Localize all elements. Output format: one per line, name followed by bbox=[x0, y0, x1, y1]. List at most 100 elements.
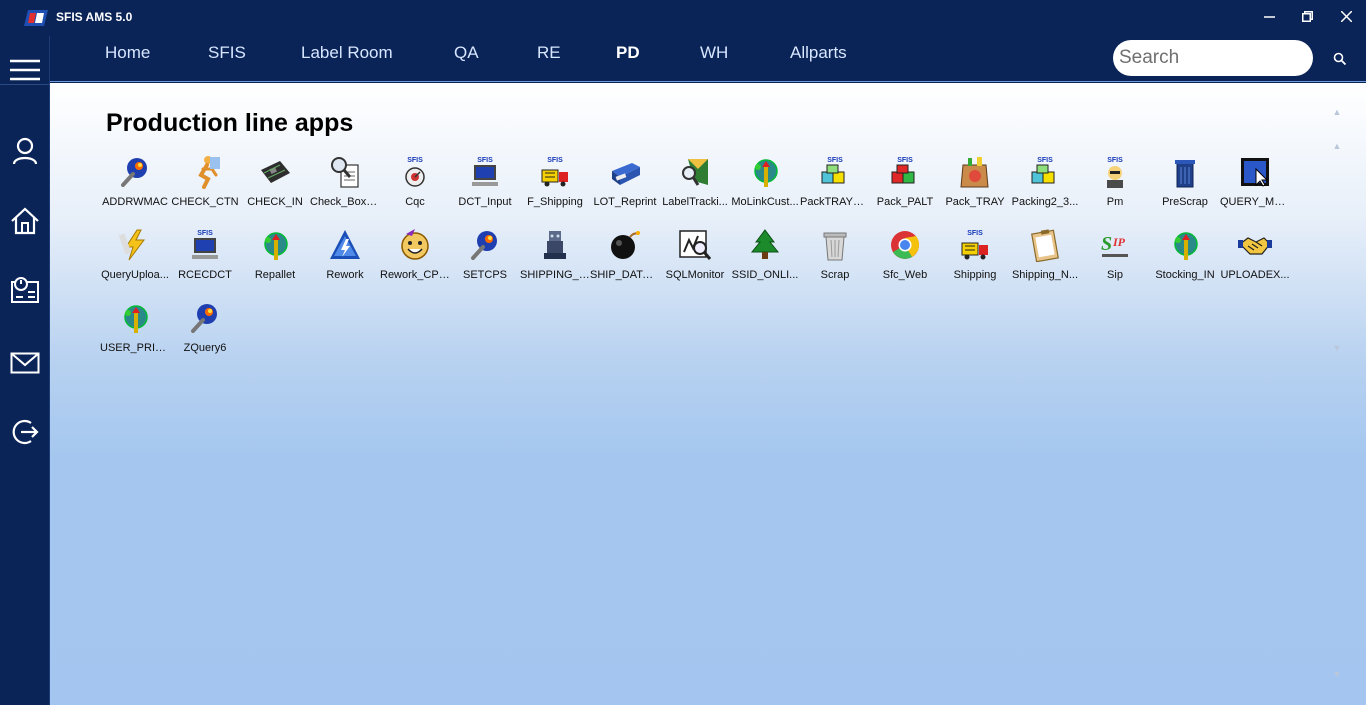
app-label: QueryUploa... bbox=[101, 269, 169, 281]
svg-text:SFIS: SFIS bbox=[827, 157, 843, 164]
app-label: USER_PRIVI... bbox=[100, 342, 170, 354]
app-tile[interactable]: Sfc_Web bbox=[870, 226, 940, 299]
svg-text:SFIS: SFIS bbox=[1107, 157, 1123, 164]
sidebar-item-logout[interactable] bbox=[0, 410, 50, 454]
app-label: CHECK_CTN bbox=[171, 196, 239, 208]
app-tile[interactable]: SHIPPING_L... bbox=[520, 226, 590, 299]
app-tile[interactable]: CHECK_IN bbox=[240, 153, 310, 226]
torch-icon bbox=[191, 304, 217, 333]
app-label: Shipping_N... bbox=[1011, 269, 1079, 281]
app-label: Packing2_3... bbox=[1011, 196, 1079, 208]
app-tile[interactable]: USER_PRIVI... bbox=[100, 299, 170, 372]
tab-wh[interactable]: WH bbox=[700, 43, 728, 63]
label-magnifier-icon bbox=[682, 159, 708, 186]
app-tile[interactable]: SFIS Shipping bbox=[940, 226, 1010, 299]
app-tile[interactable]: LabelTracki... bbox=[660, 153, 730, 226]
app-tile[interactable]: SFIS Pm bbox=[1080, 153, 1150, 226]
app-label: Stocking_IN bbox=[1155, 269, 1215, 281]
sidebar bbox=[0, 36, 50, 705]
app-label: UPLOADEX... bbox=[1220, 269, 1290, 281]
app-tile[interactable]: QueryUploa... bbox=[100, 226, 170, 299]
sidebar-divider bbox=[0, 84, 50, 85]
app-tile[interactable]: Repallet bbox=[240, 226, 310, 299]
app-tile[interactable]: SHIP_DATA_... bbox=[590, 226, 660, 299]
tab-pd[interactable]: PD bbox=[616, 43, 640, 63]
sfis-truck-icon: SFIS bbox=[541, 157, 568, 187]
restore-button[interactable] bbox=[1290, 4, 1324, 32]
app-tile[interactable]: S IP Sip bbox=[1080, 226, 1150, 299]
scroll-up-arrow[interactable]: ▲ bbox=[1330, 105, 1344, 119]
app-tile[interactable]: SFIS Pack_PALT bbox=[870, 153, 940, 226]
scroll-down-arrow-inner[interactable]: ▼ bbox=[1330, 341, 1344, 355]
user-icon bbox=[12, 137, 38, 165]
bomb-icon bbox=[611, 231, 640, 259]
app-label: CHECK_IN bbox=[247, 196, 303, 208]
app-label: SQLMonitor bbox=[665, 269, 725, 281]
search-input[interactable] bbox=[1113, 40, 1313, 76]
sidebar-item-home[interactable] bbox=[0, 199, 50, 243]
main-content: Production line apps ADDRWMAC CHECK_CTN CH… bbox=[50, 83, 1366, 705]
magnifier-document-icon bbox=[331, 157, 359, 188]
app-tile[interactable]: MoLinkCust... bbox=[730, 153, 800, 226]
app-tile[interactable]: SETCPS bbox=[450, 226, 520, 299]
scroll-up-arrow-inner[interactable]: ▲ bbox=[1330, 139, 1344, 153]
app-tile[interactable]: CHECK_CTN bbox=[170, 153, 240, 226]
app-tile[interactable]: Rework bbox=[310, 226, 380, 299]
app-tile[interactable]: ADDRWMAC bbox=[100, 153, 170, 226]
tab-sfis[interactable]: SFIS bbox=[208, 43, 246, 63]
app-tile[interactable]: Check_Box_... bbox=[310, 153, 380, 226]
window-cursor-icon bbox=[1241, 158, 1269, 187]
scroll-down-arrow[interactable]: ▼ bbox=[1330, 667, 1344, 681]
sidebar-item-mail[interactable] bbox=[0, 341, 50, 385]
app-tile[interactable]: ZQuery6 bbox=[170, 299, 240, 372]
close-button[interactable] bbox=[1329, 4, 1363, 32]
svg-text:IP: IP bbox=[1112, 235, 1126, 249]
app-tile[interactable]: SFIS F_Shipping bbox=[520, 153, 590, 226]
sql-magnifier-icon bbox=[679, 230, 712, 260]
app-label: PackTRAY_C... bbox=[800, 196, 870, 208]
app-tile[interactable]: SQLMonitor bbox=[660, 226, 730, 299]
app-label: PreScrap bbox=[1162, 196, 1208, 208]
app-tile[interactable]: SFIS Cqc bbox=[380, 153, 450, 226]
title-bar: SFIS AMS 5.0 bbox=[0, 0, 1366, 36]
app-label: Sfc_Web bbox=[882, 269, 928, 281]
olympic-torch-icon bbox=[264, 232, 288, 260]
minimize-button[interactable] bbox=[1252, 4, 1286, 32]
app-label: Pm bbox=[1106, 196, 1124, 208]
search-icon[interactable] bbox=[1333, 52, 1347, 66]
app-tile[interactable]: PreScrap bbox=[1150, 153, 1220, 226]
pine-tree-icon bbox=[750, 229, 780, 259]
app-tile[interactable]: LOT_Reprint bbox=[590, 153, 660, 226]
tab-allparts[interactable]: Allparts bbox=[790, 43, 847, 63]
svg-text:SFIS: SFIS bbox=[477, 157, 493, 164]
app-grid: ADDRWMAC CHECK_CTN CHECK_IN Check_Box_... SF… bbox=[100, 153, 1290, 372]
app-tile[interactable]: SFIS Packing2_3... bbox=[1010, 153, 1080, 226]
app-tile[interactable]: Shipping_N... bbox=[1010, 226, 1080, 299]
app-tile[interactable]: SFIS RCECDCT bbox=[170, 226, 240, 299]
sfis-gauge-icon: SFIS bbox=[405, 157, 425, 187]
tab-re[interactable]: RE bbox=[537, 43, 561, 63]
sfis-boxes-icon: SFIS bbox=[1031, 157, 1055, 184]
app-tile[interactable]: SFIS DCT_Input bbox=[450, 153, 520, 226]
minimize-icon bbox=[1263, 16, 1275, 18]
sidebar-item-user[interactable] bbox=[0, 129, 50, 173]
tab-home[interactable]: Home bbox=[105, 43, 150, 63]
tab-label-room[interactable]: Label Room bbox=[301, 43, 393, 63]
app-tile[interactable]: SFIS PackTRAY_C... bbox=[800, 153, 870, 226]
section-title: Production line apps bbox=[106, 109, 354, 137]
sidebar-item-dashboard[interactable] bbox=[0, 268, 50, 312]
app-tile[interactable]: Stocking_IN bbox=[1150, 226, 1220, 299]
app-label: Rework_CPEII bbox=[380, 269, 450, 281]
app-tile[interactable]: Rework_CPEII bbox=[380, 226, 450, 299]
menu-button[interactable] bbox=[0, 48, 50, 92]
sfis-truck-icon: SFIS bbox=[961, 230, 988, 260]
app-label: SSID_ONLI... bbox=[731, 269, 799, 281]
app-tile[interactable]: Scrap bbox=[800, 226, 870, 299]
app-tile[interactable]: Pack_TRAY bbox=[940, 153, 1010, 226]
app-tile[interactable]: SSID_ONLI... bbox=[730, 226, 800, 299]
grocery-bag-icon bbox=[960, 157, 989, 188]
app-tile[interactable]: QUERY_MO... bbox=[1220, 153, 1290, 226]
app-tile[interactable]: UPLOADEX... bbox=[1220, 226, 1290, 299]
top-nav: Home SFIS Label Room QA RE PD WH Allpart… bbox=[50, 36, 1366, 82]
tab-qa[interactable]: QA bbox=[454, 43, 479, 63]
